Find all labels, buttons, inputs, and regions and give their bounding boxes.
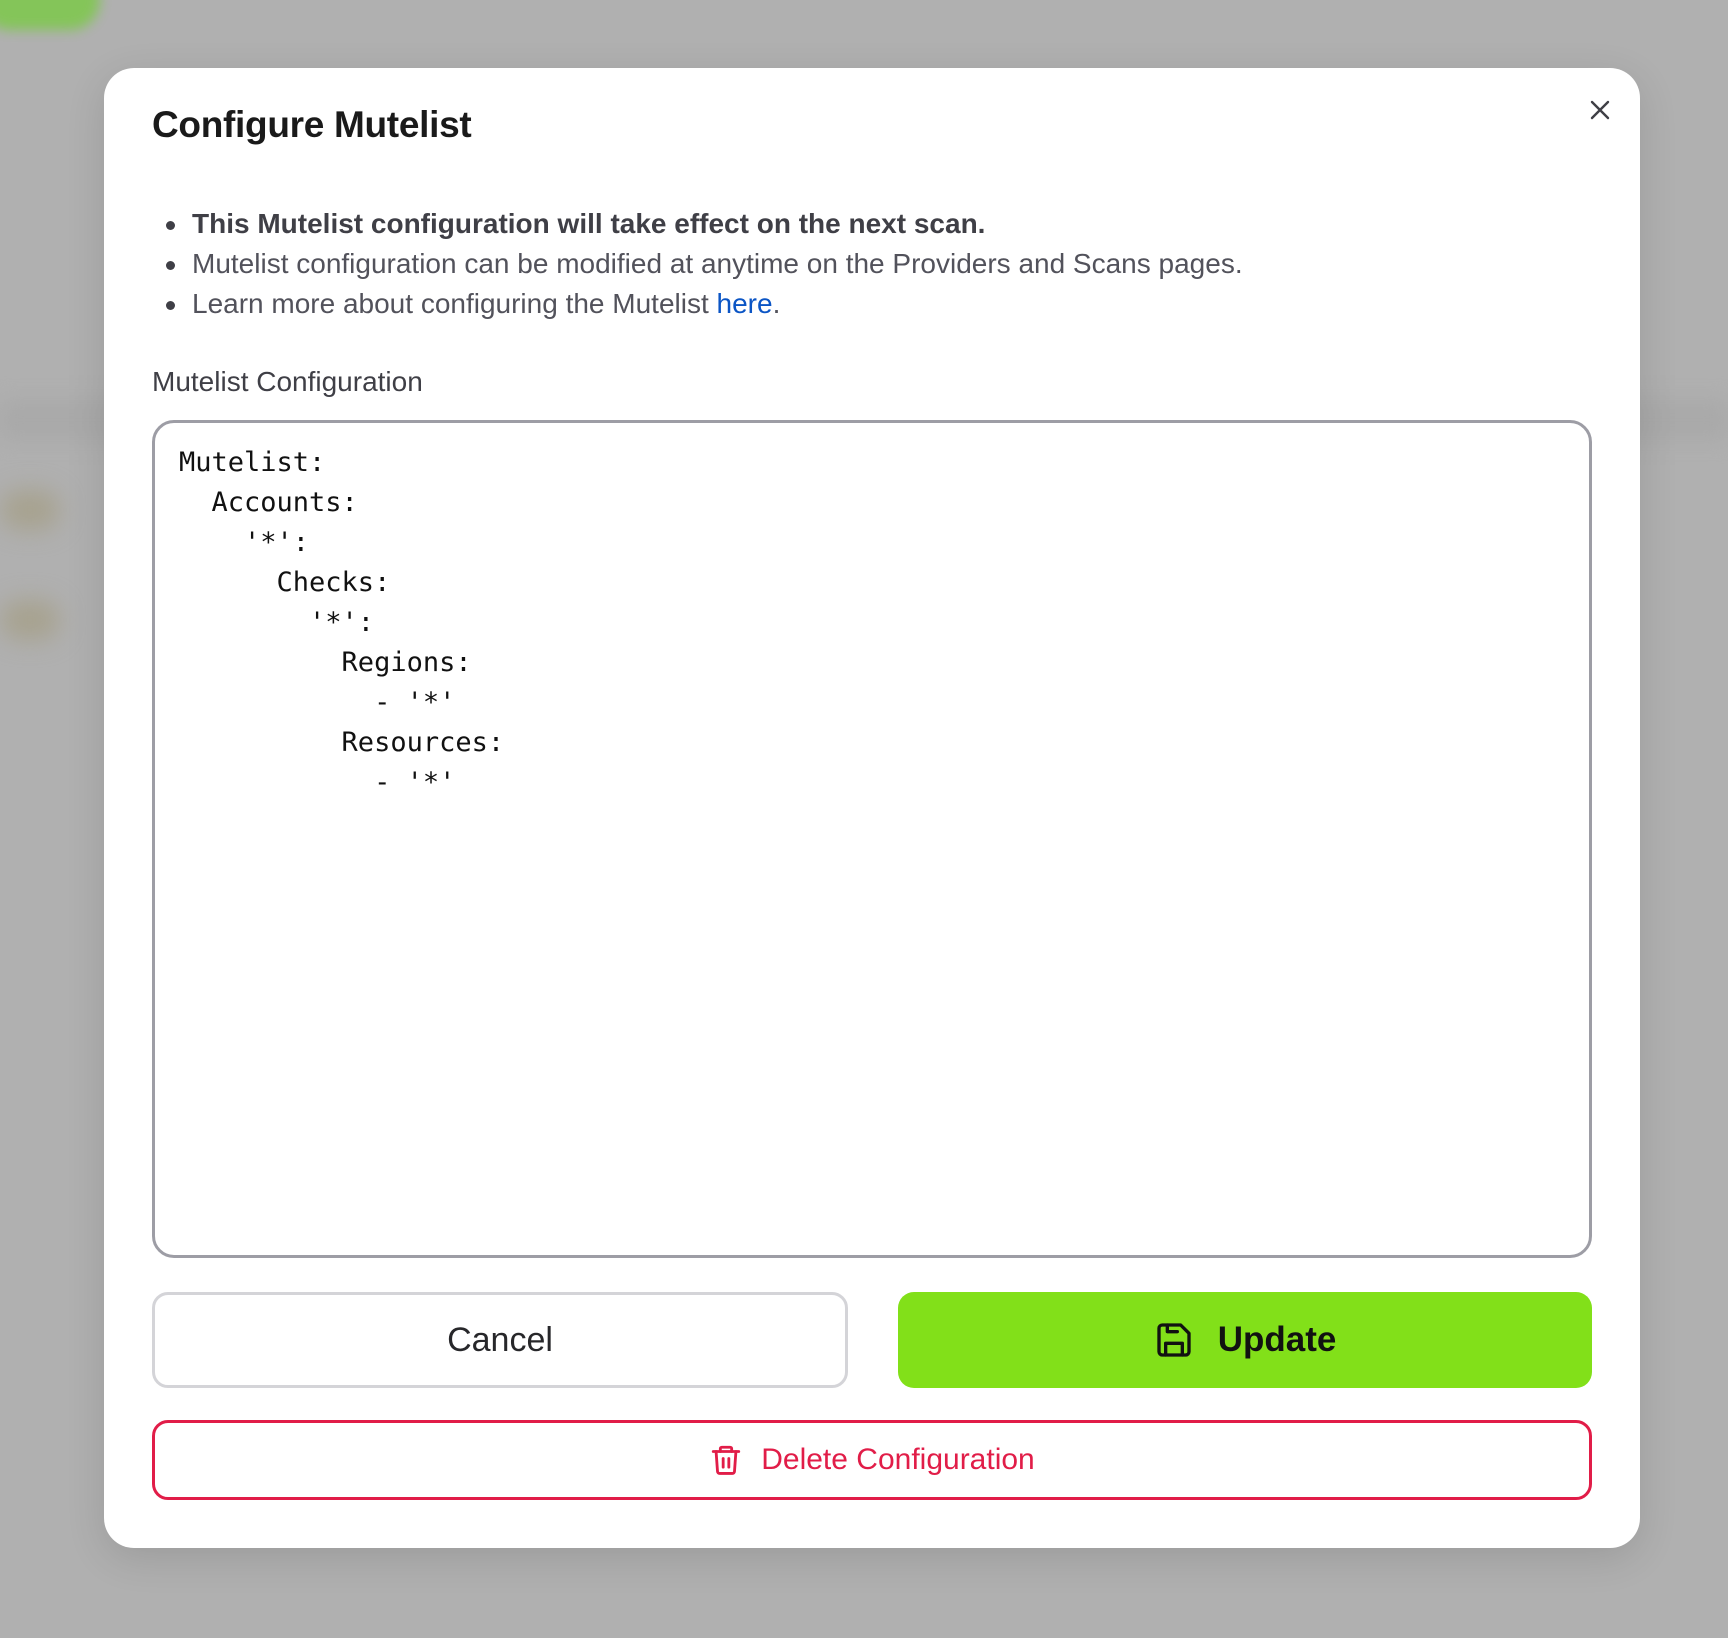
close-icon bbox=[1588, 98, 1612, 122]
background-blob bbox=[0, 490, 60, 530]
cancel-button[interactable]: Cancel bbox=[152, 1292, 848, 1388]
cancel-label: Cancel bbox=[447, 1320, 553, 1359]
configure-mutelist-modal: Configure Mutelist This Mutelist configu… bbox=[104, 68, 1640, 1548]
update-label: Update bbox=[1217, 1320, 1337, 1359]
info-item-next-scan: This Mutelist configuration will take ef… bbox=[152, 204, 1572, 244]
background-blob bbox=[0, 600, 60, 640]
save-icon bbox=[1154, 1320, 1194, 1360]
info-item-learn-more: Learn more about configuring the Mutelis… bbox=[152, 284, 1572, 324]
info-item-modify: Mutelist configuration can be modified a… bbox=[152, 244, 1572, 284]
delete-configuration-button[interactable]: Delete Configuration bbox=[152, 1420, 1592, 1500]
learn-more-link[interactable]: here bbox=[717, 288, 773, 319]
mutelist-config-editor[interactable]: Mutelist: Accounts: '*': Checks: '*': Re… bbox=[152, 420, 1592, 1258]
modal-title: Configure Mutelist bbox=[152, 104, 472, 145]
delete-label: Delete Configuration bbox=[761, 1443, 1035, 1476]
trash-icon bbox=[709, 1443, 743, 1477]
mutelist-config-label: Mutelist Configuration bbox=[152, 366, 423, 397]
learn-more-text: Learn more about configuring the Mutelis… bbox=[192, 288, 717, 319]
info-list: This Mutelist configuration will take ef… bbox=[152, 204, 1572, 324]
close-button[interactable] bbox=[1578, 88, 1622, 132]
learn-more-suffix: . bbox=[772, 288, 781, 319]
update-button[interactable]: Update bbox=[898, 1292, 1592, 1388]
background-accent bbox=[0, 0, 100, 30]
